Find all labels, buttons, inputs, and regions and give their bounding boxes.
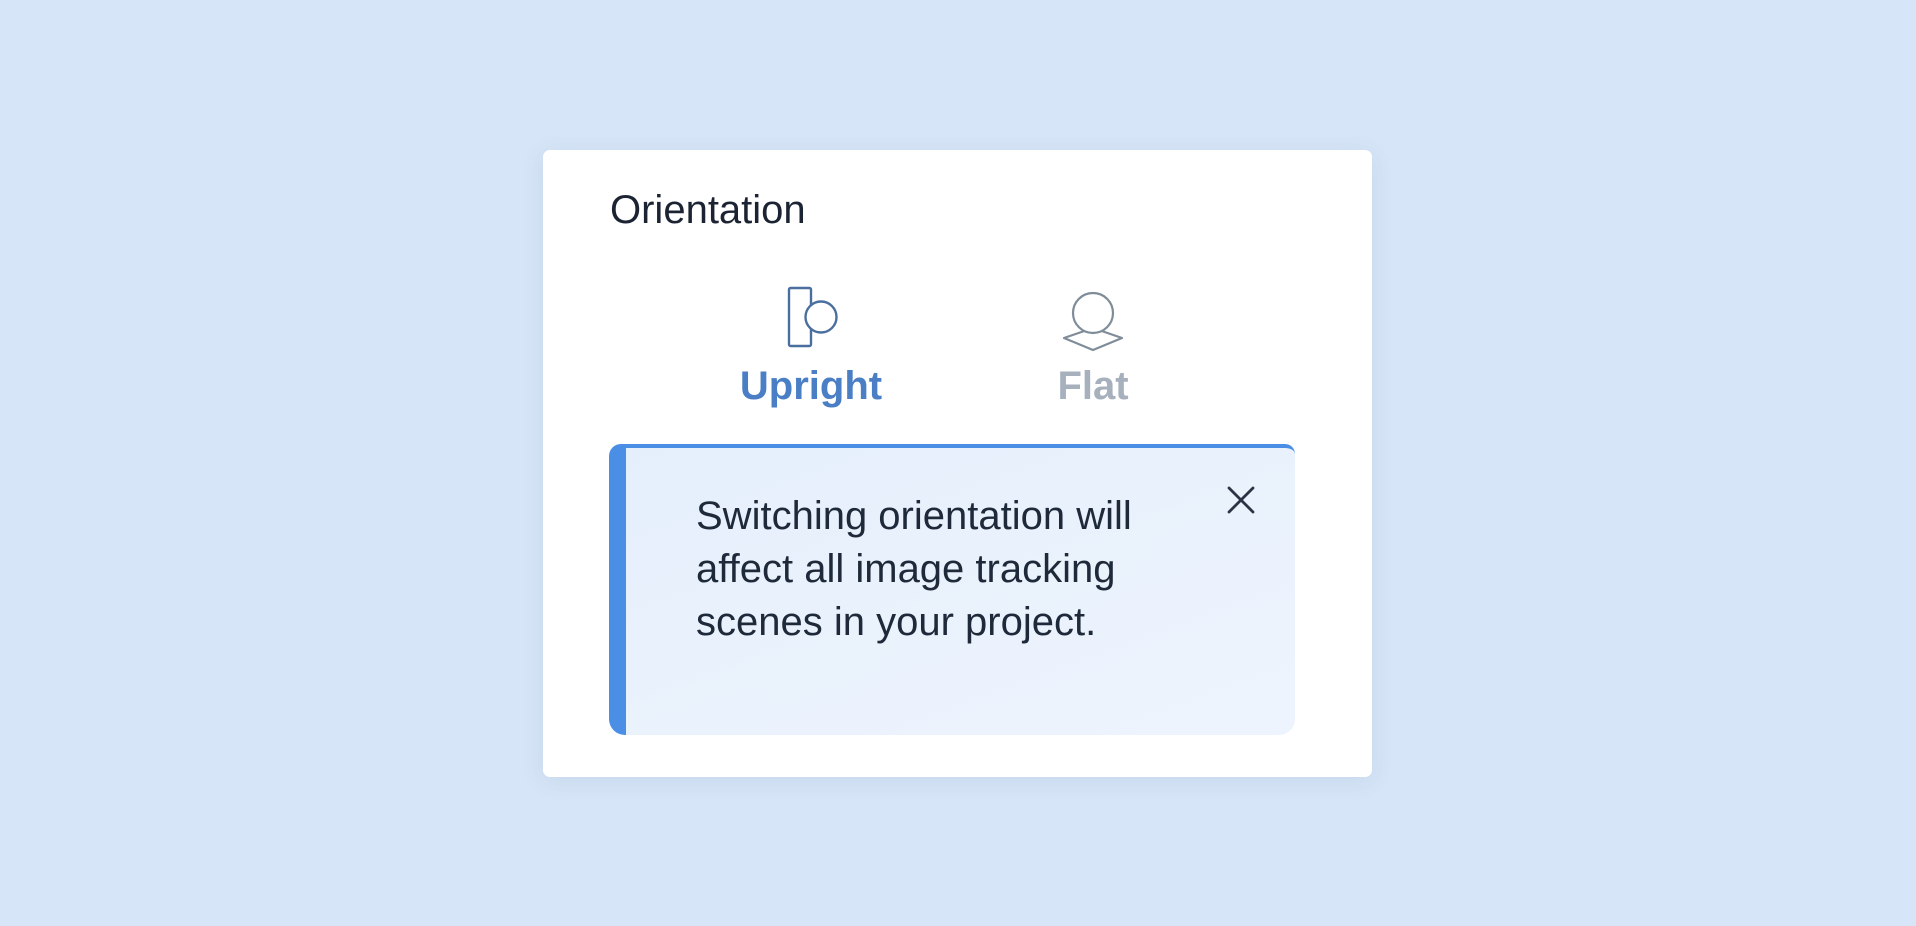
orientation-panel: Orientation Upright Flat Switching orien… [543, 150, 1372, 777]
upright-orientation-icon [787, 286, 838, 348]
upright-option[interactable]: Upright [721, 286, 901, 406]
flat-label: Flat [1057, 364, 1129, 408]
panel-title: Orientation [610, 188, 806, 232]
flat-option[interactable]: Flat [1003, 286, 1183, 406]
close-icon [1227, 486, 1255, 514]
notice-message: Switching orientation will affect all im… [696, 494, 1132, 644]
close-notice-button[interactable] [1223, 482, 1259, 518]
upright-label: Upright [739, 364, 883, 408]
flat-orientation-icon [1062, 291, 1124, 352]
orientation-warning-notice: Switching orientation will affect all im… [609, 444, 1295, 735]
